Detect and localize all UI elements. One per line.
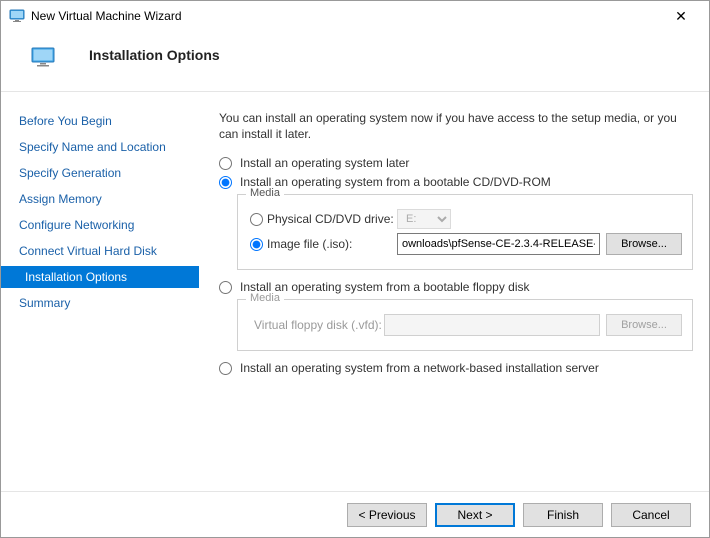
radio-physical-drive[interactable] [250, 213, 263, 226]
input-floppy-file [384, 314, 600, 336]
sidebar-item-installation-options[interactable]: Installation Options [1, 266, 199, 288]
option-install-cd[interactable]: Install an operating system from a boota… [219, 175, 693, 189]
label-install-cd: Install an operating system from a boota… [240, 175, 551, 189]
wizard-header: Installation Options [1, 31, 709, 91]
main-panel: You can install an operating system now … [199, 92, 709, 474]
radio-install-floppy[interactable] [219, 281, 232, 294]
browse-iso-button[interactable]: Browse... [606, 233, 682, 255]
label-install-network: Install an operating system from a netwo… [240, 361, 599, 375]
label-install-later: Install an operating system later [240, 156, 409, 170]
radio-install-network[interactable] [219, 362, 232, 375]
wizard-body: Before You Begin Specify Name and Locati… [1, 92, 709, 474]
radio-install-cd[interactable] [219, 176, 232, 189]
option-install-later[interactable]: Install an operating system later [219, 156, 693, 170]
titlebar: New Virtual Machine Wizard ✕ [1, 1, 709, 31]
page-title: Installation Options [89, 47, 220, 63]
sidebar-item-summary[interactable]: Summary [1, 292, 199, 314]
sidebar-item-specify-name[interactable]: Specify Name and Location [1, 136, 199, 158]
label-physical-drive: Physical CD/DVD drive: [267, 212, 397, 226]
radio-image-file[interactable] [250, 238, 263, 251]
media-fieldset-cd: Media Physical CD/DVD drive: E: Image fi… [237, 194, 693, 270]
sidebar: Before You Begin Specify Name and Locati… [1, 92, 199, 474]
label-image-file: Image file (.iso): [267, 237, 397, 251]
input-image-file[interactable] [397, 233, 600, 255]
finish-button[interactable]: Finish [523, 503, 603, 527]
label-floppy: Virtual floppy disk (.vfd): [254, 318, 384, 332]
wizard-footer: < Previous Next > Finish Cancel [1, 491, 709, 537]
browse-vfd-button: Browse... [606, 314, 682, 336]
next-button[interactable]: Next > [435, 503, 515, 527]
window-title: New Virtual Machine Wizard [31, 9, 661, 23]
select-physical-drive[interactable]: E: [397, 209, 451, 229]
header-icon [31, 45, 55, 69]
radio-install-later[interactable] [219, 157, 232, 170]
close-icon[interactable]: ✕ [661, 8, 701, 25]
sidebar-item-before-you-begin[interactable]: Before You Begin [1, 110, 199, 132]
wizard-window: New Virtual Machine Wizard ✕ Installatio… [0, 0, 710, 538]
intro-text: You can install an operating system now … [219, 110, 693, 142]
option-install-network[interactable]: Install an operating system from a netwo… [219, 361, 693, 375]
cancel-button[interactable]: Cancel [611, 503, 691, 527]
row-image-file: Image file (.iso): Browse... [250, 233, 682, 255]
row-physical-drive: Physical CD/DVD drive: E: [250, 209, 682, 229]
sidebar-item-configure-networking[interactable]: Configure Networking [1, 214, 199, 236]
media-fieldset-floppy: Media Virtual floppy disk (.vfd): Browse… [237, 299, 693, 351]
sidebar-item-specify-generation[interactable]: Specify Generation [1, 162, 199, 184]
previous-button[interactable]: < Previous [347, 503, 427, 527]
sidebar-item-assign-memory[interactable]: Assign Memory [1, 188, 199, 210]
row-floppy: Virtual floppy disk (.vfd): Browse... [250, 314, 682, 336]
sidebar-item-connect-vhd[interactable]: Connect Virtual Hard Disk [1, 240, 199, 262]
option-install-floppy[interactable]: Install an operating system from a boota… [219, 280, 693, 294]
floppy-legend: Media [246, 292, 284, 304]
media-legend: Media [246, 187, 284, 199]
app-icon [9, 8, 25, 24]
